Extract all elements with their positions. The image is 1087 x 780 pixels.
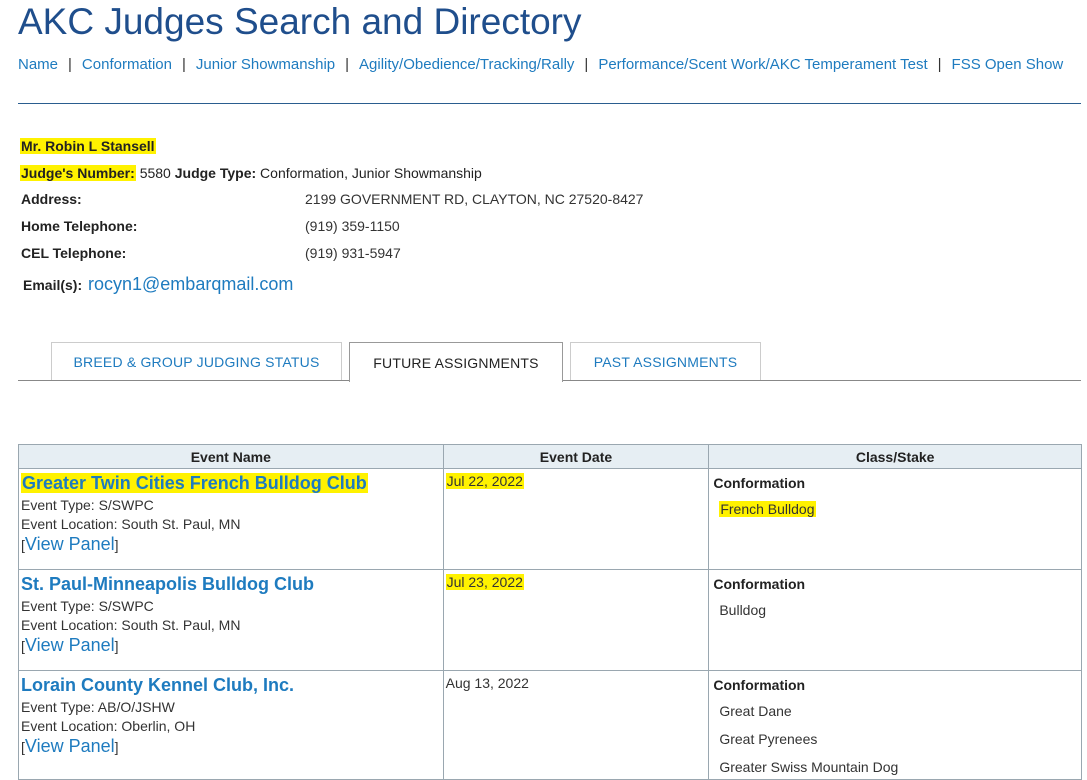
view-panel-link[interactable]: View Panel <box>25 635 115 655</box>
class-heading: Conformation <box>713 677 806 693</box>
table-row: Lorain County Kennel Club, Inc. Event Ty… <box>18 670 1082 780</box>
event-cell: St. Paul-Minneapolis Bulldog Club Event … <box>18 569 444 671</box>
tab-future-assignments[interactable]: FUTURE ASSIGNMENTS <box>349 342 563 382</box>
nav-link-performance[interactable]: Performance/Scent Work/AKC Temperament T… <box>598 56 927 73</box>
cel-phone-label: CEL Telephone: <box>21 245 127 261</box>
view-panel-link[interactable]: View Panel <box>25 534 115 554</box>
date-cell: Jul 23, 2022 <box>442 569 710 671</box>
nav-link-conformation[interactable]: Conformation <box>82 56 172 73</box>
column-header-class-stake: Class/Stake <box>708 444 1082 469</box>
class-cell: Conformation French Bulldog <box>708 468 1082 570</box>
breed-item: Greater Swiss Mountain Dog <box>719 759 899 775</box>
tab-breed-group-judging-status[interactable]: BREED & GROUP JUDGING STATUS <box>51 342 342 380</box>
address-value: 2199 GOVERNMENT RD, CLAYTON, NC 27520-84… <box>305 191 644 207</box>
event-type: Event Type: S/SWPC <box>21 497 154 513</box>
address-label: Address: <box>21 191 82 207</box>
nav-link-agility[interactable]: Agility/Obedience/Tracking/Rally <box>359 56 574 73</box>
page-title: AKC Judges Search and Directory <box>18 1 582 42</box>
view-panel-wrapper: [View Panel] <box>21 635 119 655</box>
event-cell: Lorain County Kennel Club, Inc. Event Ty… <box>18 670 444 780</box>
view-panel-wrapper: [View Panel] <box>21 736 119 756</box>
nav-separator: | <box>345 56 350 73</box>
view-panel-wrapper: [View Panel] <box>21 534 119 554</box>
class-heading: Conformation <box>713 475 806 491</box>
judge-type: Conformation, Junior Showmanship <box>260 165 482 181</box>
home-phone-value: (919) 359-1150 <box>305 218 400 234</box>
column-header-event-name: Event Name <box>18 444 444 469</box>
judge-type-label: Judge Type: <box>174 165 257 181</box>
view-panel-link[interactable]: View Panel <box>25 736 115 756</box>
breed-item: Great Pyrenees <box>719 731 818 747</box>
tab-past-assignments[interactable]: PAST ASSIGNMENTS <box>570 342 761 380</box>
class-cell: Conformation Great Dane Great Pyrenees G… <box>708 670 1082 780</box>
judge-number-type: Judge's Number: 5580 Judge Type: Conform… <box>20 165 482 181</box>
cel-phone-value: (919) 931-5947 <box>305 245 401 261</box>
nav-link-name[interactable]: Name <box>18 56 58 73</box>
email-label: Email(s): <box>23 277 83 293</box>
event-cell: Greater Twin Cities French Bulldog Club … <box>18 468 444 570</box>
nav-separator: | <box>584 56 589 73</box>
event-type: Event Type: AB/O/JSHW <box>21 699 175 715</box>
date-cell: Jul 22, 2022 <box>442 468 710 570</box>
event-date: Aug 13, 2022 <box>445 675 529 691</box>
nav-link-fss-open-show[interactable]: FSS Open Show <box>952 56 1064 73</box>
event-name-link[interactable]: Greater Twin Cities French Bulldog Club <box>21 473 368 494</box>
event-name-link[interactable]: St. Paul-Minneapolis Bulldog Club <box>21 574 314 595</box>
breed-item: French Bulldog <box>719 501 816 517</box>
event-location: Event Location: Oberlin, OH <box>21 718 196 734</box>
judge-number-label: Judge's Number: <box>20 165 136 181</box>
nav-separator: | <box>937 56 942 73</box>
event-location: Event Location: South St. Paul, MN <box>21 617 241 633</box>
event-name-link[interactable]: Lorain County Kennel Club, Inc. <box>21 675 294 696</box>
event-date: Jul 22, 2022 <box>445 473 524 489</box>
email-link[interactable]: rocyn1@embarqmail.com <box>88 274 293 295</box>
table-header-row: Event Name Event Date Class/Stake <box>18 444 1082 469</box>
nav-separator: | <box>181 56 186 73</box>
judge-category-nav: Name | Conformation | Junior Showmanship | Agi… <box>18 56 1063 73</box>
breed-item: Bulldog <box>719 602 767 618</box>
event-location: Event Location: South St. Paul, MN <box>21 516 241 532</box>
home-phone-label: Home Telephone: <box>21 218 138 234</box>
event-type: Event Type: S/SWPC <box>21 598 154 614</box>
assignments-table: Event Name Event Date Class/Stake Greate… <box>18 444 1082 780</box>
nav-separator: | <box>68 56 72 73</box>
judge-number: 5580 <box>139 165 171 181</box>
date-cell: Aug 13, 2022 <box>442 670 710 780</box>
judge-name: Mr. Robin L Stansell <box>20 138 156 154</box>
nav-link-junior-showmanship[interactable]: Junior Showmanship <box>196 56 335 73</box>
column-header-event-date: Event Date <box>442 444 710 469</box>
table-row: St. Paul-Minneapolis Bulldog Club Event … <box>18 569 1082 671</box>
table-row: Greater Twin Cities French Bulldog Club … <box>18 468 1082 570</box>
breed-item: Great Dane <box>719 703 792 719</box>
header-divider <box>18 103 1081 104</box>
class-cell: Conformation Bulldog <box>708 569 1082 671</box>
class-heading: Conformation <box>713 576 806 592</box>
event-date: Jul 23, 2022 <box>445 574 524 590</box>
